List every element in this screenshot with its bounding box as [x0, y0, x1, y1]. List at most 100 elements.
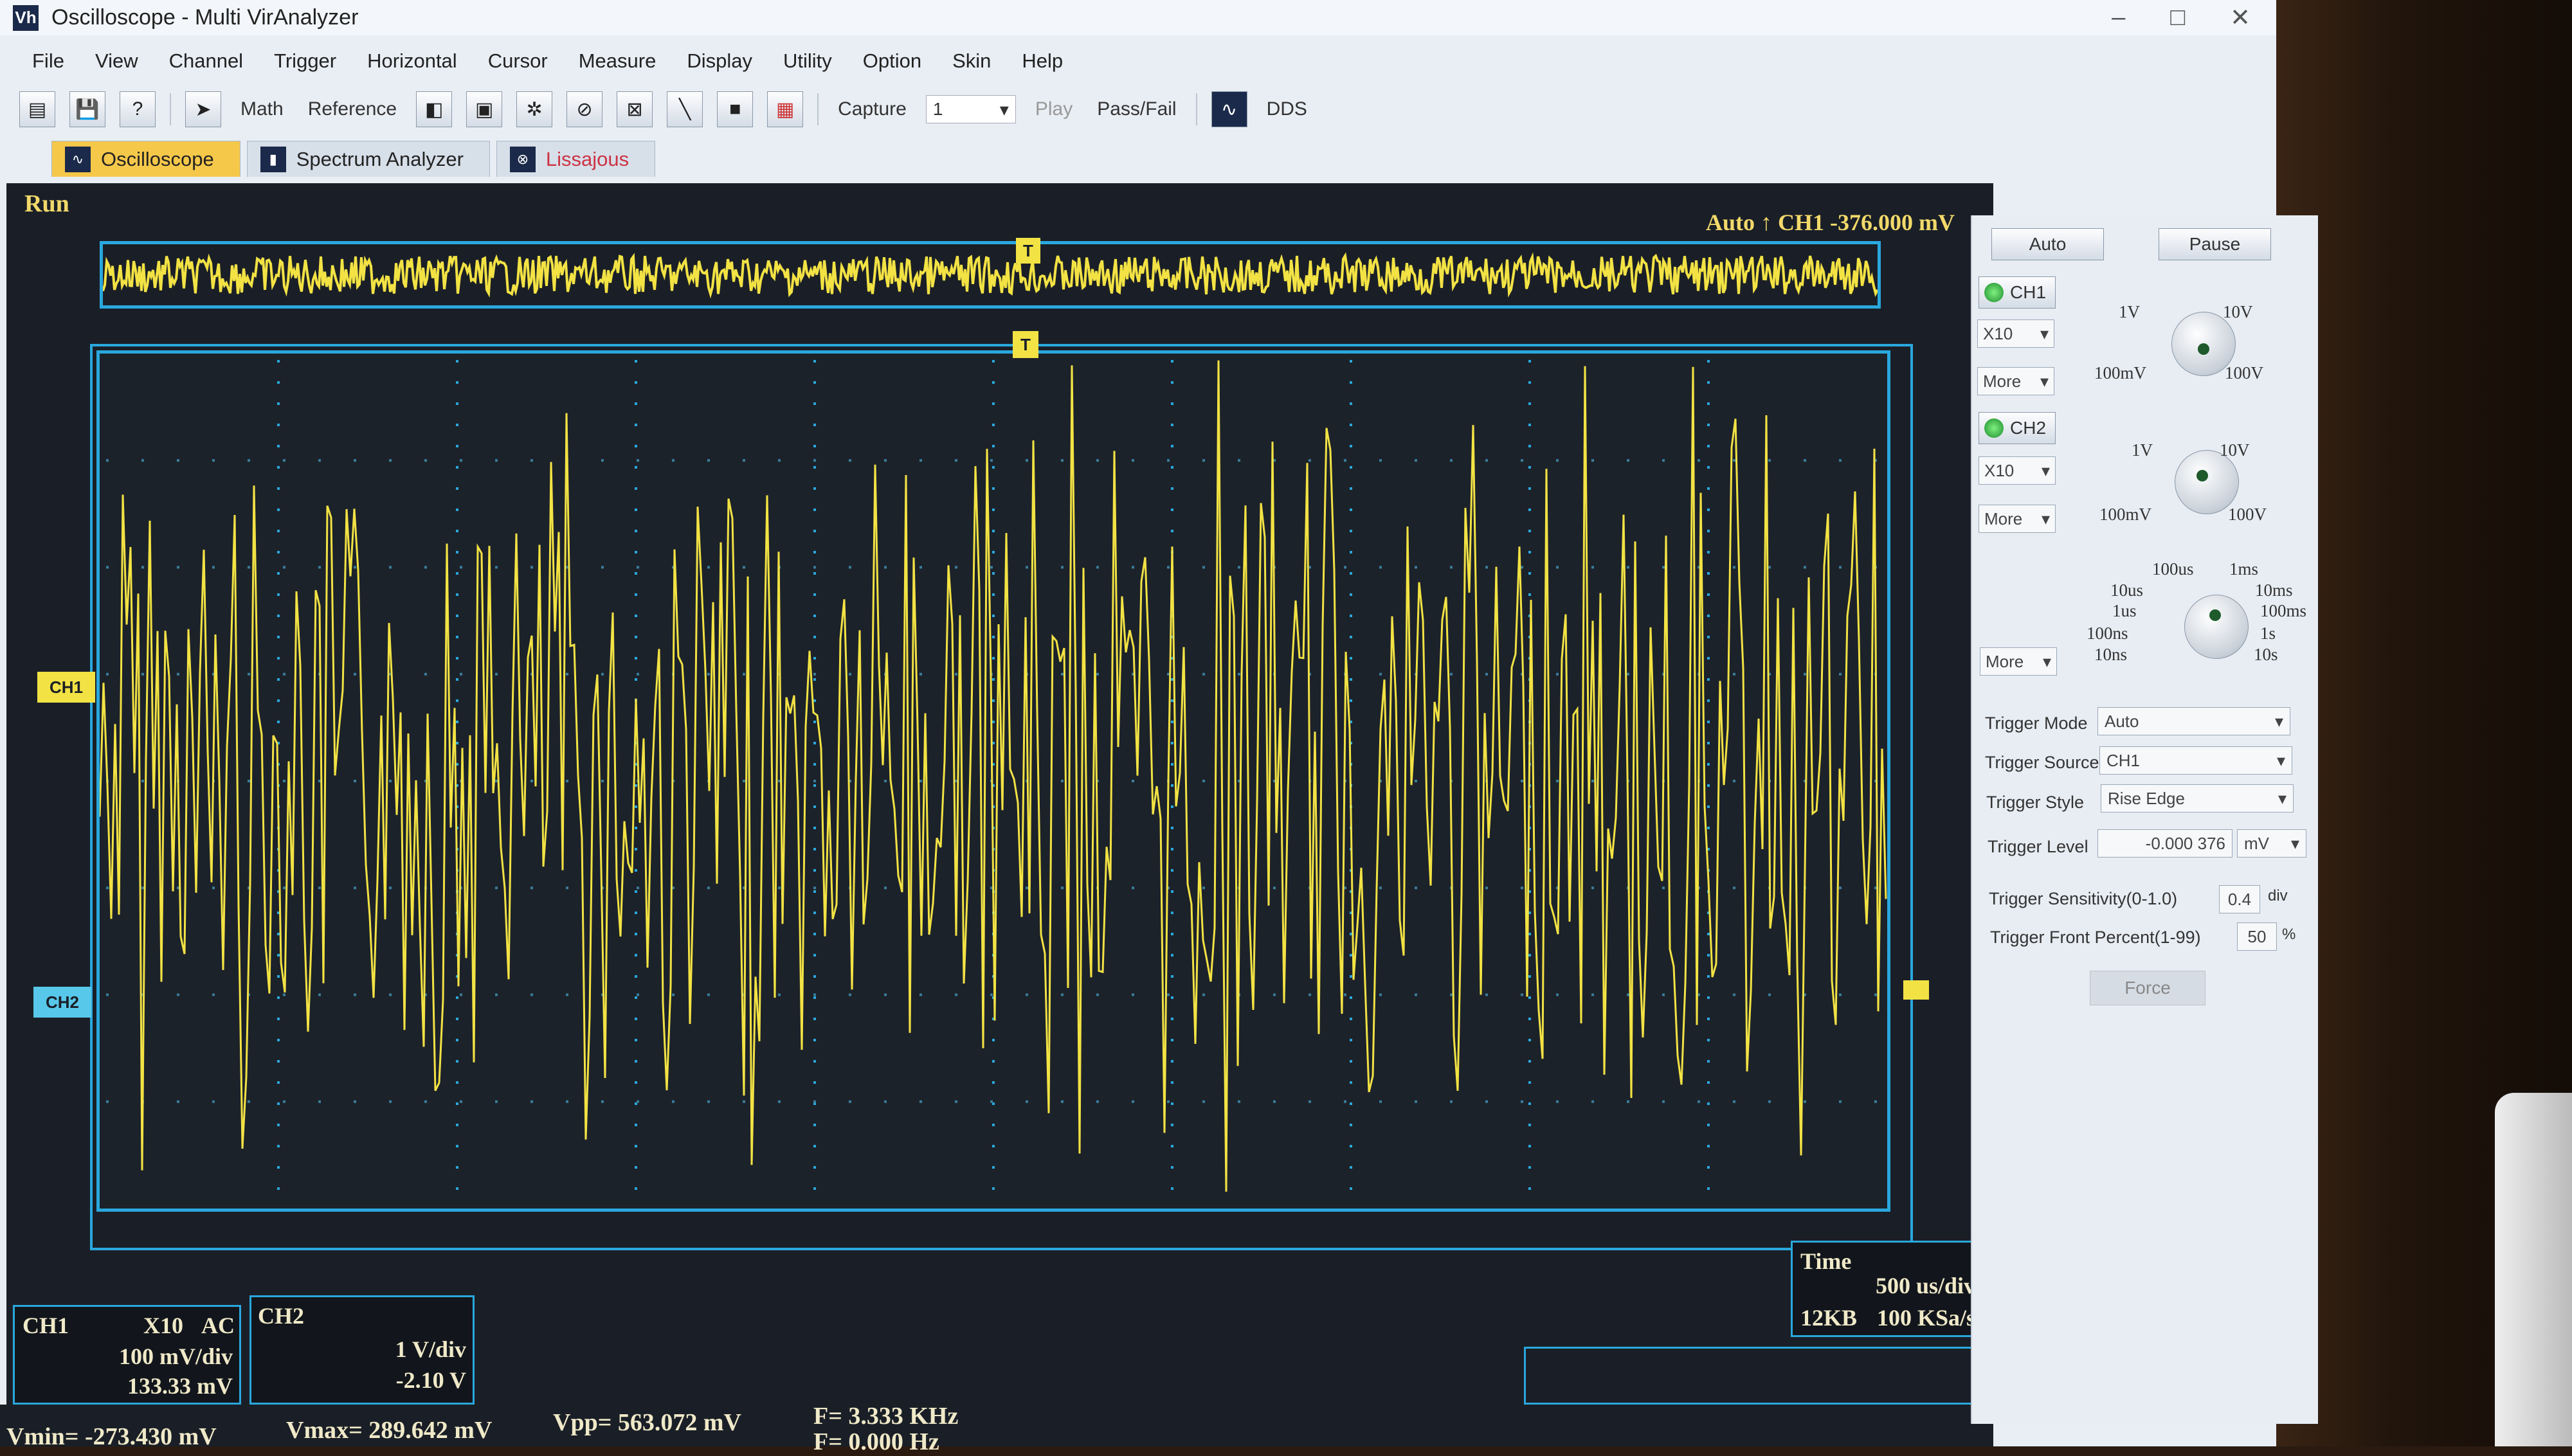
knob-label: 100mV — [2094, 363, 2146, 382]
knob-indicator-icon — [2196, 470, 2208, 481]
passfail-button[interactable]: Pass/Fail — [1092, 96, 1181, 123]
ch1-led-icon — [1984, 283, 2004, 302]
front-percent-label: Trigger Front Percent(1-99) — [1990, 928, 2201, 947]
split-view-icon[interactable]: ◧ — [416, 91, 453, 127]
stop-icon[interactable]: ■ — [717, 91, 754, 127]
ch2-probe-select[interactable]: X10 ▾ — [1979, 456, 2056, 485]
menu-help[interactable]: Help — [1022, 49, 1063, 73]
pause-button[interactable]: Pause — [2159, 228, 2271, 260]
chevron-down-icon: ▾ — [2040, 323, 2049, 343]
trigger-mode-select[interactable]: Auto ▾ — [2097, 707, 2290, 735]
chevron-down-icon: ▾ — [2041, 460, 2050, 480]
menu-cursor[interactable]: Cursor — [488, 49, 548, 73]
help-icon[interactable]: ? — [120, 91, 156, 127]
knob-label: 100V — [2225, 363, 2263, 382]
settings-icon[interactable]: ✲ — [516, 91, 553, 127]
sensitivity-input[interactable]: 0.4 — [2219, 885, 2260, 913]
knob-label: 10ns — [2094, 645, 2128, 664]
minimize-button[interactable]: – — [2112, 4, 2125, 31]
frequency-readout: F= 3.333 KHz — [813, 1403, 959, 1430]
ch1-toggle[interactable]: CH1 — [1979, 276, 2056, 309]
waveform-overview[interactable] — [100, 241, 1881, 309]
menu-option[interactable]: Option — [863, 49, 921, 73]
timebase-more-button[interactable]: More ▾ — [1980, 647, 2057, 676]
ch2-more-button[interactable]: More ▾ — [1979, 505, 2056, 533]
knob-label: 10us — [2110, 580, 2144, 600]
menu-measure[interactable]: Measure — [579, 49, 657, 73]
cursor-line-icon[interactable]: ╲ — [667, 91, 703, 127]
menu-view[interactable]: View — [95, 49, 138, 73]
ch1-more-button[interactable]: More ▾ — [1977, 367, 2054, 395]
knob-label: 10V — [2220, 440, 2250, 460]
timebase-knob[interactable] — [2184, 595, 2249, 659]
menu-utility[interactable]: Utility — [783, 49, 832, 73]
scope-display[interactable]: Run Auto ↑ CH1 -376.000 mV T CH1 CH2 T C… — [6, 183, 1993, 1411]
tab-label: Oscilloscope — [101, 147, 214, 170]
app-icon: Vh — [13, 4, 39, 31]
menu-trigger[interactable]: Trigger — [274, 49, 336, 73]
menu-horizontal[interactable]: Horizontal — [367, 49, 457, 73]
time-info-box[interactable]: Time 500 us/div 12KB 100 KSa/s — [1791, 1241, 1984, 1337]
probe-icon[interactable]: ⊘ — [566, 91, 603, 127]
vmax-readout: Vmax= 289.642 mV — [286, 1417, 493, 1444]
memory-depth: 12KB — [1800, 1305, 1858, 1331]
save-icon[interactable]: 💾 — [69, 91, 105, 127]
knob-label: 1s — [2260, 624, 2276, 643]
ch1-level-marker[interactable]: CH1 — [37, 672, 95, 703]
force-button[interactable]: Force — [2090, 971, 2205, 1005]
status-strip — [1524, 1347, 1990, 1405]
reference-button[interactable]: Reference — [303, 96, 402, 123]
ch2-level-marker[interactable]: CH2 — [33, 987, 91, 1018]
trigger-level-value: -0.000 376 — [2145, 833, 2225, 853]
menu-file[interactable]: File — [32, 49, 64, 73]
frequency-readout-2: F= 0.000 Hz — [813, 1428, 939, 1455]
trigger-level-unit-select[interactable]: mV ▾ — [2237, 829, 2306, 858]
trigger-source-select[interactable]: CH1 ▾ — [2099, 746, 2292, 775]
trigger-marker[interactable]: T — [1013, 331, 1038, 358]
close-button[interactable]: ✕ — [2230, 3, 2250, 32]
single-view-icon[interactable]: ▣ — [466, 91, 503, 127]
trigger-mode-value: Auto — [2105, 711, 2139, 731]
pointer-icon[interactable]: ➤ — [185, 91, 221, 127]
trigger-position-marker[interactable]: T — [1016, 238, 1040, 264]
menu-channel[interactable]: Channel — [169, 49, 243, 73]
ch2-toggle[interactable]: CH2 — [1979, 412, 2056, 444]
ch2-info-box[interactable]: CH2 1 V/div -2.10 V — [249, 1295, 475, 1405]
front-percent-value: 50 — [2247, 926, 2267, 946]
color-icon[interactable]: ▦ — [767, 91, 804, 127]
chevron-down-icon: ▾ — [2276, 750, 2285, 770]
knob-label: 1V — [2132, 440, 2153, 460]
dds-button[interactable]: DDS — [1262, 96, 1312, 123]
new-icon[interactable]: ▤ — [19, 91, 55, 127]
zoom-icon[interactable]: ⊠ — [617, 91, 653, 127]
ch2-more-label: More — [1984, 508, 2023, 528]
tab-oscilloscope[interactable]: ∿ Oscilloscope — [51, 141, 240, 177]
trigger-style-label: Trigger Style — [1986, 793, 2085, 812]
math-button[interactable]: Math — [235, 96, 289, 123]
dds-icon[interactable]: ∿ — [1211, 91, 1247, 127]
vpp-readout: Vpp= 563.072 mV — [553, 1409, 741, 1436]
play-button[interactable]: Play — [1030, 96, 1078, 123]
waveform-screen[interactable] — [96, 350, 1890, 1212]
ch2-toggle-label: CH2 — [2010, 418, 2047, 438]
tab-spectrum-analyzer[interactable]: ▮ Spectrum Analyzer — [246, 141, 490, 177]
trigger-level-marker[interactable] — [1903, 980, 1929, 1000]
maximize-button[interactable]: □ — [2170, 4, 2185, 31]
ch2-scale: 1 V/div — [395, 1336, 466, 1362]
front-percent-unit: % — [2282, 926, 2296, 943]
chevron-down-icon: ▾ — [2042, 651, 2051, 671]
auto-button[interactable]: Auto — [1991, 228, 2104, 260]
vmin-readout: Vmin= -273.430 mV — [6, 1423, 217, 1450]
sample-rate: 100 KSa/s — [1876, 1305, 1975, 1331]
trigger-level-input[interactable]: -0.000 376 — [2097, 829, 2232, 858]
menu-skin[interactable]: Skin — [952, 49, 991, 73]
capture-select[interactable]: 1 ▾ — [925, 95, 1016, 123]
tab-lissajous[interactable]: ⊗ Lissajous — [496, 141, 656, 177]
menu-display[interactable]: Display — [687, 49, 752, 73]
menu-bar: File View Channel Trigger Horizontal Cur… — [0, 45, 2276, 77]
trigger-style-select[interactable]: Rise Edge ▾ — [2101, 784, 2294, 813]
knob-indicator-icon — [2209, 609, 2221, 621]
ch1-info-box[interactable]: CH1 X10 AC 100 mV/div 133.33 mV — [13, 1305, 241, 1405]
ch1-probe-select[interactable]: X10 ▾ — [1977, 319, 2054, 348]
front-percent-input[interactable]: 50 — [2237, 922, 2277, 951]
